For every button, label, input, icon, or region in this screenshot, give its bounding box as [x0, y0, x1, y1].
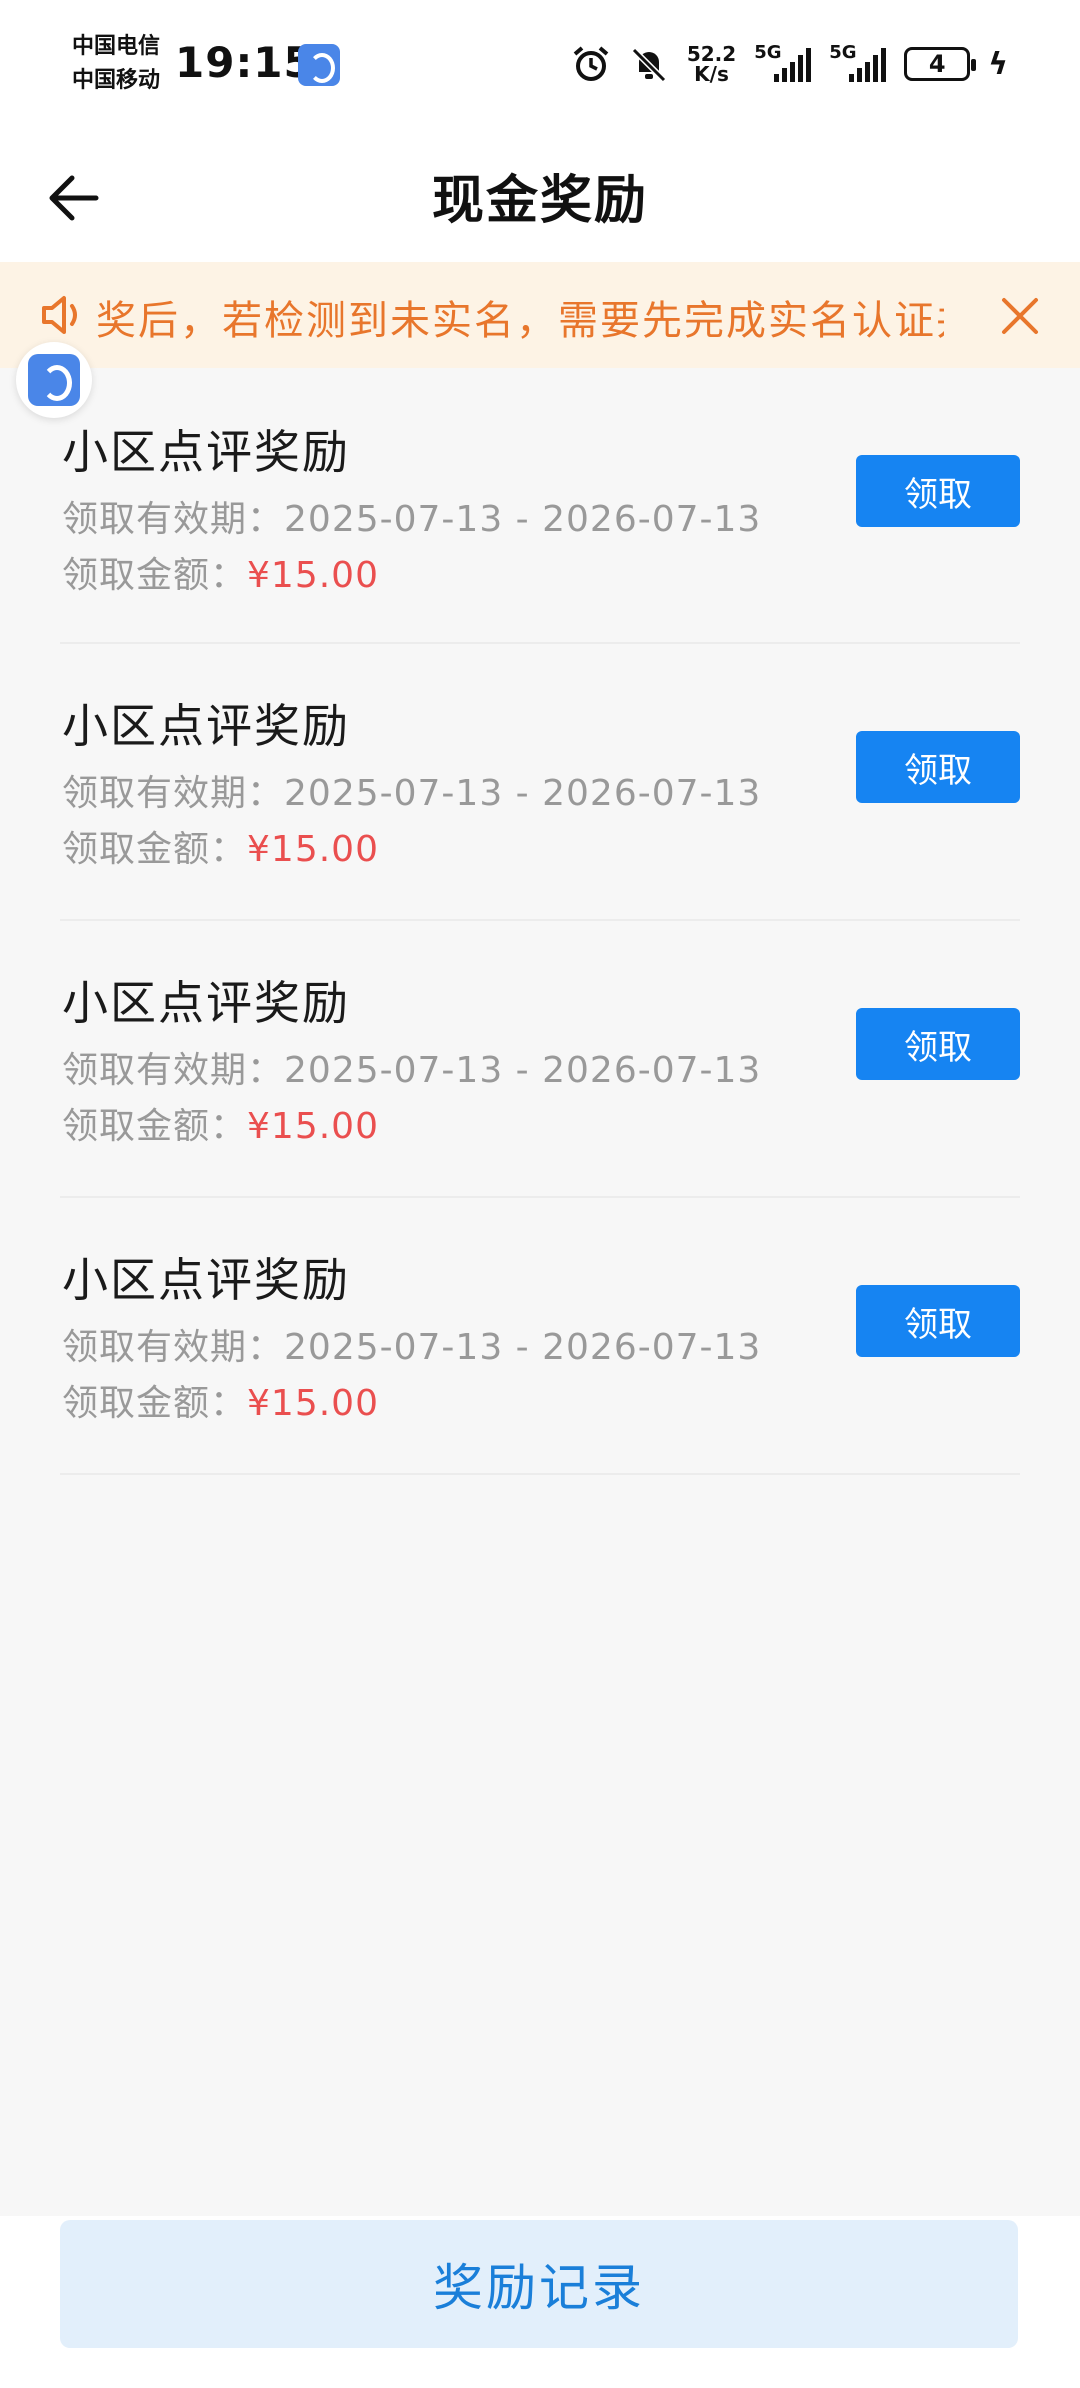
claim-button[interactable]: 领取	[856, 731, 1020, 803]
reward-item: 小区点评奖励 领取有效期：2025-07-13 - 2026-07-13 领取金…	[60, 368, 1020, 644]
charging-icon: ϟ	[988, 46, 1008, 82]
reward-amount: 领取金额：¥15.00	[62, 820, 379, 872]
app-k-icon	[28, 354, 80, 406]
network-speed: 52.2 K/s	[687, 44, 736, 84]
reward-amount-value: ¥15.00	[247, 555, 379, 596]
reward-period-label: 领取有效期：	[62, 499, 285, 540]
floating-app-button[interactable]	[16, 342, 92, 418]
reward-list: 小区点评奖励 领取有效期：2025-07-13 - 2026-07-13 领取金…	[60, 368, 1020, 1475]
reward-amount-label: 领取金额：	[62, 555, 248, 596]
reward-period-value: 2025-07-13 - 2026-07-13	[284, 499, 762, 540]
alarm-icon	[571, 44, 611, 84]
reward-amount-label: 领取金额：	[62, 829, 248, 870]
reward-item: 小区点评奖励 领取有效期：2025-07-13 - 2026-07-13 领取金…	[60, 1198, 1020, 1475]
reward-period: 领取有效期：2025-07-13 - 2026-07-13	[62, 1318, 761, 1370]
claim-button[interactable]: 领取	[856, 455, 1020, 527]
status-bar: 中国电信 中国移动 19:15 52.2 K/s 5G 5G 4 ϟ	[0, 0, 1080, 130]
signal-2-icon: 5G	[829, 42, 887, 82]
app-k-icon	[298, 44, 340, 86]
network-speed-unit: K/s	[694, 62, 729, 86]
reward-name: 小区点评奖励	[62, 976, 350, 1030]
reward-name: 小区点评奖励	[62, 699, 350, 753]
nav-header: 现金奖励	[0, 130, 1080, 262]
reward-item: 小区点评奖励 领取有效期：2025-07-13 - 2026-07-13 领取金…	[60, 921, 1020, 1198]
reward-period: 领取有效期：2025-07-13 - 2026-07-13	[62, 490, 761, 542]
reward-name: 小区点评奖励	[62, 425, 350, 479]
speaker-icon	[42, 296, 77, 334]
reward-period-value: 2025-07-13 - 2026-07-13	[284, 1327, 762, 1368]
network-speed-value: 52.2	[686, 42, 737, 66]
claim-button[interactable]: 领取	[856, 1285, 1020, 1357]
reward-period-value: 2025-07-13 - 2026-07-13	[284, 773, 762, 814]
signal-2-label: 5G	[829, 42, 857, 63]
close-icon	[1002, 298, 1038, 334]
bell-off-icon	[629, 44, 669, 84]
reward-amount-value: ¥15.00	[247, 829, 379, 870]
reward-amount: 领取金额：¥15.00	[62, 1374, 379, 1426]
reward-name: 小区点评奖励	[62, 1253, 350, 1307]
page-title: 现金奖励	[431, 171, 648, 231]
battery-icon: 4	[904, 47, 977, 81]
reward-period: 领取有效期：2025-07-13 - 2026-07-13	[62, 764, 761, 816]
reward-period-label: 领取有效期：	[62, 773, 285, 814]
reward-amount: 领取金额：¥15.00	[62, 546, 379, 598]
notice-text: 奖后，若检测到未实名，需要先完成实名认证并	[96, 298, 944, 344]
reward-period-label: 领取有效期：	[62, 1050, 285, 1091]
signal-1-icon: 5G	[754, 42, 812, 82]
carrier-info: 中国电信 中国移动	[72, 30, 160, 98]
reward-period-value: 2025-07-13 - 2026-07-13	[284, 1050, 762, 1091]
status-icons: 52.2 K/s 5G 5G 4 ϟ	[571, 36, 1008, 92]
reward-amount: 领取金额：¥15.00	[62, 1097, 379, 1149]
reward-amount-label: 领取金额：	[62, 1106, 248, 1147]
reward-amount-value: ¥15.00	[247, 1383, 379, 1424]
carrier-2: 中国移动	[72, 68, 161, 93]
signal-1-label: 5G	[754, 42, 782, 63]
notice-bar: 奖后，若检测到未实名，需要先完成实名认证并	[0, 262, 1080, 368]
reward-period: 领取有效期：2025-07-13 - 2026-07-13	[62, 1041, 761, 1093]
reward-item: 小区点评奖励 领取有效期：2025-07-13 - 2026-07-13 领取金…	[60, 644, 1020, 921]
notice-close-button[interactable]	[990, 286, 1050, 346]
reward-period-label: 领取有效期：	[62, 1327, 285, 1368]
carrier-1: 中国电信	[72, 34, 161, 59]
battery-level: 4	[928, 50, 946, 78]
claim-button[interactable]: 领取	[856, 1008, 1020, 1080]
reward-amount-label: 领取金额：	[62, 1383, 248, 1424]
reward-amount-value: ¥15.00	[247, 1106, 379, 1147]
status-time: 19:15	[175, 38, 314, 87]
reward-record-button[interactable]: 奖励记录	[60, 2220, 1018, 2348]
